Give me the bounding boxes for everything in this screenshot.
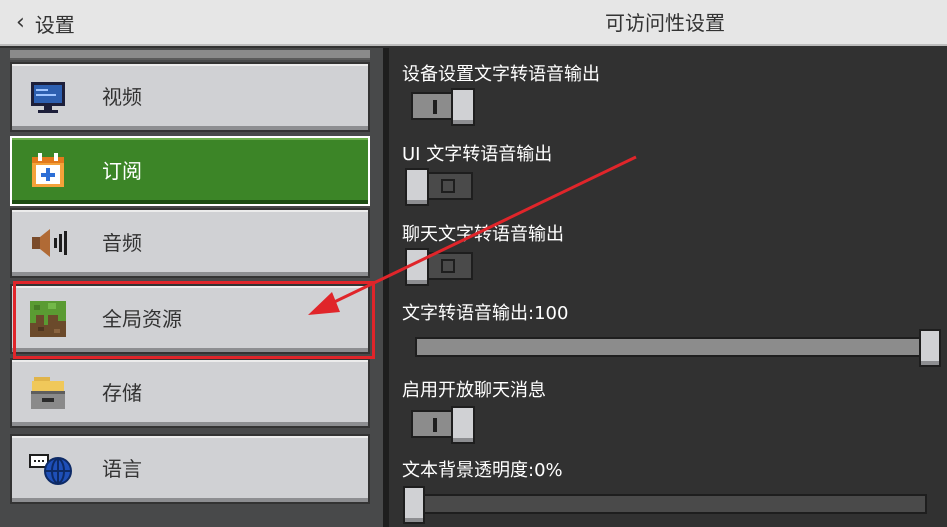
monitor-icon (31, 82, 65, 113)
speaker-icon (32, 229, 67, 257)
slider-thumb[interactable] (919, 329, 941, 367)
sidebar-item-storage[interactable]: 存储 (10, 358, 370, 428)
back-label: 设置 (34, 12, 75, 37)
open-chat-label: 启用开放聊天消息 (402, 380, 546, 401)
text-bg-opacity-slider[interactable] (403, 484, 939, 524)
chat-tts-toggle[interactable] (405, 248, 473, 286)
sidebar: 视频 订阅 音频 全局资源 存储 语言 (0, 48, 383, 527)
grass-block-icon (30, 301, 66, 337)
sidebar-scroll-edge (10, 50, 370, 60)
device-tts-toggle[interactable] (411, 88, 475, 126)
sidebar-item-label: 语言 (102, 457, 142, 481)
sidebar-item-label: 订阅 (102, 159, 142, 183)
sidebar-item-subscriptions[interactable]: 订阅 (10, 136, 370, 206)
ui-tts-toggle[interactable] (405, 168, 473, 206)
back-button[interactable]: ‹ 设置 (16, 8, 75, 38)
page-title: 可访问性设置 (605, 11, 725, 35)
settings-panel: 设备设置文字转语音输出 UI 文字转语音输出 聊天文字转语音输出 文字转语音输出… (389, 48, 947, 527)
sidebar-item-global-resources[interactable]: 全局资源 (10, 284, 370, 354)
sidebar-item-label: 全局资源 (102, 307, 182, 331)
ui-tts-label: UI 文字转语音输出 (402, 144, 553, 165)
tts-volume-label: 文字转语音输出:100 (402, 303, 569, 324)
tts-volume-slider[interactable] (415, 327, 941, 367)
sidebar-item-label: 音频 (102, 231, 142, 255)
text-bg-opacity-label: 文本背景透明度:0% (402, 460, 563, 481)
sidebar-item-audio[interactable]: 音频 (10, 208, 370, 278)
sidebar-item-label: 存储 (102, 381, 142, 405)
calendar-plus-icon (32, 153, 64, 187)
chat-tts-label: 聊天文字转语音输出 (402, 224, 564, 245)
sidebar-item-language[interactable]: 语言 (10, 434, 370, 504)
sidebar-item-label: 视频 (102, 85, 142, 109)
chevron-left-icon: ‹ (16, 10, 25, 35)
globe-chat-icon (29, 454, 72, 485)
sidebar-item-video[interactable]: 视频 (10, 62, 370, 132)
storage-drawer-icon (31, 377, 65, 409)
slider-thumb[interactable] (403, 486, 425, 524)
device-tts-label: 设备设置文字转语音输出 (402, 64, 600, 85)
open-chat-toggle[interactable] (411, 406, 475, 444)
top-bar: ‹ 设置 可访问性设置 (0, 0, 947, 46)
